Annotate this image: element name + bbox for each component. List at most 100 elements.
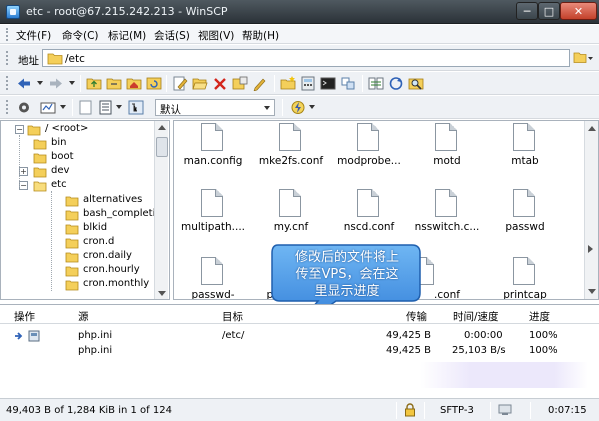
column-header-source[interactable]: 源: [78, 309, 89, 324]
transfer-settings-icon[interactable]: [98, 100, 114, 115]
address-field[interactable]: /etc: [42, 49, 570, 67]
transfer-settings-dropdown-icon[interactable]: [116, 105, 122, 109]
queue-row[interactable]: php.ini 49,425 B 25,103 B/s 100%: [0, 344, 599, 358]
column-header-progress[interactable]: 进度: [529, 309, 550, 324]
file-item[interactable]: nscd.conf: [330, 189, 408, 241]
scroll-down-icon[interactable]: [588, 289, 596, 294]
parent-folder-icon[interactable]: [86, 76, 102, 91]
folder-dropdown-icon[interactable]: [573, 51, 593, 65]
scroll-right-icon[interactable]: [588, 245, 593, 253]
find-files-icon[interactable]: [408, 76, 424, 91]
compare-icon[interactable]: [368, 76, 384, 91]
file-icon: [279, 189, 301, 217]
file-name: my.cnf: [273, 221, 309, 233]
file-icon: [357, 123, 379, 151]
menu-mark[interactable]: 标记(M): [108, 28, 146, 43]
calculator-icon[interactable]: [300, 76, 316, 91]
status-divider: [396, 402, 397, 419]
menu-file[interactable]: 文件(F): [16, 28, 51, 43]
file-icon: [279, 123, 301, 151]
queue-options-icon[interactable]: [40, 100, 56, 115]
directory-tree[interactable]: − / <root> bin boot + dev − etc alternat…: [0, 120, 170, 300]
home-folder-icon[interactable]: [126, 76, 142, 91]
collapse-icon[interactable]: −: [19, 181, 28, 190]
new-folder-icon[interactable]: [280, 76, 296, 91]
edit-icon[interactable]: [172, 76, 188, 91]
tree-item-label: cron.d: [83, 236, 115, 247]
address-path: /etc: [65, 53, 85, 65]
file-item[interactable]: modprobe...: [330, 123, 408, 175]
expand-icon[interactable]: +: [19, 167, 28, 176]
synchronize-icon[interactable]: [388, 76, 404, 91]
toolbar-separator: [274, 75, 275, 92]
properties-icon[interactable]: [232, 76, 248, 91]
console-icon[interactable]: [320, 76, 336, 91]
file-item[interactable]: mke2fs.conf: [252, 123, 330, 175]
collapse-icon[interactable]: −: [15, 125, 24, 134]
toolbar-grip[interactable]: [6, 76, 9, 90]
queue-row[interactable]: php.ini /etc/ 49,425 B 0:00:00 100%: [0, 329, 599, 343]
delete-icon[interactable]: [212, 76, 228, 91]
toolbar-grip[interactable]: [6, 28, 9, 41]
forward-dropdown-icon[interactable]: [69, 81, 75, 85]
file-name: printcap: [503, 289, 547, 300]
link-icon[interactable]: [340, 76, 356, 91]
refresh-icon[interactable]: [146, 76, 162, 91]
file-name: motd: [433, 155, 461, 167]
folder-icon: [65, 238, 79, 249]
selection-status: 49,403 B of 1,284 KiB in 1 of 124: [6, 405, 172, 416]
toolbar-grip[interactable]: [6, 100, 9, 114]
scroll-thumb[interactable]: [156, 137, 168, 157]
column-header-time-speed[interactable]: 时间/速度: [453, 309, 499, 324]
file-item[interactable]: multipath....: [174, 189, 252, 241]
file-item[interactable]: printcap: [486, 257, 564, 300]
column-header-transferred[interactable]: 传输: [406, 309, 427, 324]
scroll-down-icon[interactable]: [158, 291, 166, 296]
tree-view-icon[interactable]: [128, 100, 144, 115]
file-list-scrollbar[interactable]: [584, 121, 598, 299]
forward-arrow-icon[interactable]: [48, 76, 64, 91]
session-toolbar: 默认: [0, 96, 599, 119]
transfer-profile-select[interactable]: 默认: [155, 99, 275, 116]
scroll-up-icon[interactable]: [158, 125, 166, 130]
tree-item-label: bin: [51, 137, 67, 148]
file-item[interactable]: nsswitch.c...: [408, 189, 486, 241]
queue-target: /etc/: [222, 330, 245, 341]
menu-session[interactable]: 会话(S): [154, 28, 190, 43]
file-item[interactable]: passwd: [486, 189, 564, 241]
back-arrow-icon[interactable]: [16, 76, 32, 91]
file-icon: [513, 123, 535, 151]
tree-line: [51, 191, 52, 291]
binary-mode-icon[interactable]: [78, 100, 94, 115]
close-button[interactable]: ✕: [560, 2, 597, 20]
column-header-target[interactable]: 目标: [222, 309, 243, 324]
scroll-up-icon[interactable]: [588, 126, 596, 131]
navigation-toolbar: [0, 72, 599, 95]
annotation-line: 修改后的文件将上: [294, 250, 399, 265]
preset-dropdown-icon[interactable]: [309, 105, 315, 109]
queue-progress: 100%: [529, 345, 558, 356]
address-label: 地址: [18, 55, 39, 67]
column-header-operation[interactable]: 操作: [14, 309, 35, 324]
file-item[interactable]: my.cnf: [252, 189, 330, 241]
winscp-app-icon[interactable]: [6, 5, 20, 19]
file-item[interactable]: motd: [408, 123, 486, 175]
back-dropdown-icon[interactable]: [37, 81, 43, 85]
file-name: mke2fs.conf: [258, 155, 324, 167]
menu-view[interactable]: 视图(V): [198, 28, 234, 43]
queue-dropdown-icon[interactable]: [60, 105, 66, 109]
open-icon[interactable]: [192, 76, 208, 91]
tree-item-label: boot: [51, 151, 74, 162]
toolbar-grip[interactable]: [6, 51, 9, 65]
file-item[interactable]: mtab: [486, 123, 564, 175]
minimize-button[interactable]: ─: [516, 2, 538, 20]
tree-scrollbar[interactable]: [154, 121, 168, 299]
preferences-gear-icon[interactable]: [16, 100, 32, 115]
menu-help[interactable]: 帮助(H): [242, 28, 279, 43]
file-item[interactable]: man.config: [174, 123, 252, 175]
rename-icon[interactable]: [252, 76, 268, 91]
maximize-button[interactable]: □: [538, 2, 560, 20]
lightning-preset-icon[interactable]: [290, 100, 306, 115]
menu-command[interactable]: 命令(C): [62, 28, 99, 43]
root-folder-icon[interactable]: [106, 76, 122, 91]
